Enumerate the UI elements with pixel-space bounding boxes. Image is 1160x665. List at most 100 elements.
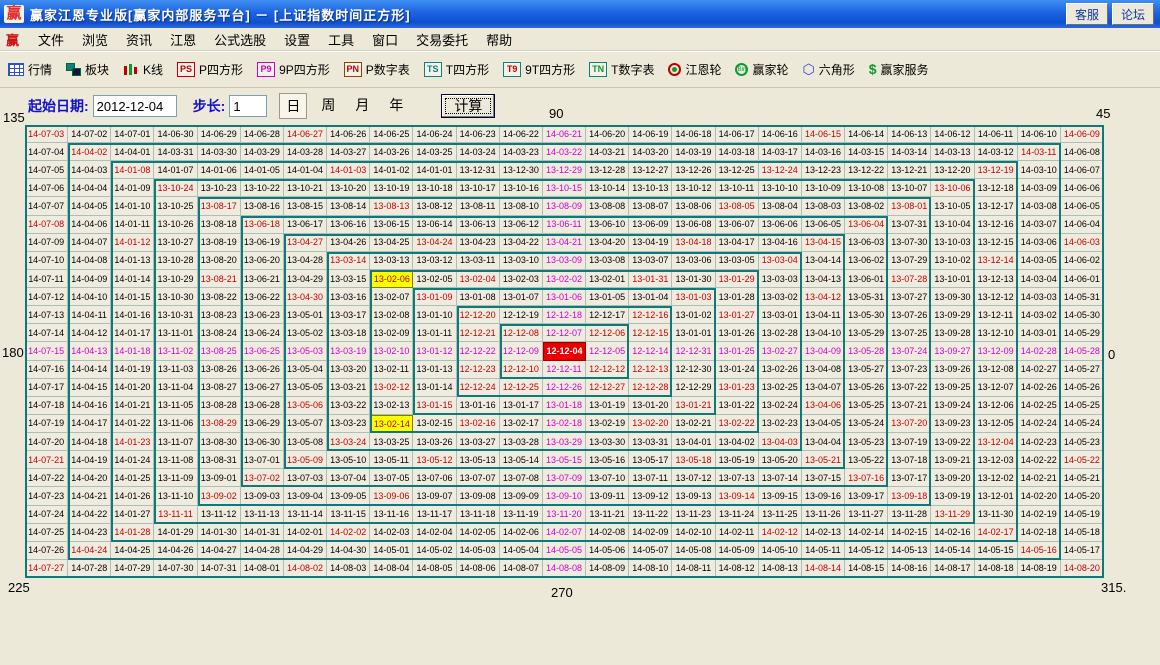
- date-cell[interactable]: 13-06-15: [370, 216, 413, 234]
- date-cell[interactable]: 13-08-15: [284, 197, 327, 215]
- date-cell[interactable]: 13-06-01: [845, 270, 888, 288]
- date-cell[interactable]: 13-10-03: [931, 234, 974, 252]
- date-cell[interactable]: 14-03-10: [1018, 161, 1061, 179]
- date-cell[interactable]: 13-09-16: [802, 487, 845, 505]
- date-cell[interactable]: 13-04-17: [716, 234, 759, 252]
- date-cell[interactable]: 14-07-28: [68, 560, 111, 578]
- date-cell[interactable]: 13-04-26: [327, 234, 370, 252]
- date-cell[interactable]: 14-02-19: [1018, 506, 1061, 524]
- date-cell[interactable]: 14-01-21: [111, 397, 154, 415]
- date-cell[interactable]: 13-08-06: [672, 197, 715, 215]
- date-cell[interactable]: 13-03-03: [759, 270, 802, 288]
- date-cell[interactable]: 14-07-17: [25, 379, 68, 397]
- date-cell[interactable]: 13-10-08: [845, 179, 888, 197]
- date-cell[interactable]: 14-05-09: [716, 542, 759, 560]
- date-cell[interactable]: 14-08-19: [1018, 560, 1061, 578]
- date-cell[interactable]: 13-07-14: [759, 469, 802, 487]
- date-cell[interactable]: 13-03-22: [327, 397, 370, 415]
- date-cell[interactable]: 13-07-22: [888, 379, 931, 397]
- date-cell[interactable]: 14-04-08: [68, 252, 111, 270]
- date-cell[interactable]: 13-01-20: [629, 397, 672, 415]
- date-cell[interactable]: 14-01-09: [111, 179, 154, 197]
- tool-P数字表[interactable]: PNP数字表: [344, 61, 410, 78]
- date-cell[interactable]: 14-01-15: [111, 288, 154, 306]
- date-cell[interactable]: 13-12-24: [759, 161, 802, 179]
- date-cell[interactable]: 12-12-14: [629, 342, 672, 360]
- date-cell[interactable]: 14-01-08: [111, 161, 154, 179]
- date-cell[interactable]: 13-03-07: [629, 252, 672, 270]
- date-cell[interactable]: 13-01-26: [716, 324, 759, 342]
- date-cell[interactable]: 13-06-18: [241, 216, 284, 234]
- date-cell[interactable]: 14-07-22: [25, 469, 68, 487]
- date-cell[interactable]: 13-02-17: [500, 415, 543, 433]
- date-cell[interactable]: 13-12-25: [716, 161, 759, 179]
- date-cell[interactable]: 13-03-29: [543, 433, 586, 451]
- tool-赢家服务[interactable]: $赢家服务: [869, 61, 929, 78]
- date-cell[interactable]: 14-03-30: [198, 143, 241, 161]
- date-cell[interactable]: 14-01-26: [111, 487, 154, 505]
- date-cell[interactable]: 13-07-13: [716, 469, 759, 487]
- date-cell[interactable]: 13-12-31: [457, 161, 500, 179]
- date-cell[interactable]: 14-03-02: [1018, 306, 1061, 324]
- date-cell[interactable]: 13-05-23: [845, 433, 888, 451]
- date-cell[interactable]: 14-05-31: [1061, 288, 1104, 306]
- date-cell[interactable]: 13-12-30: [500, 161, 543, 179]
- date-cell[interactable]: 14-02-15: [888, 524, 931, 542]
- date-cell[interactable]: 14-03-22: [543, 143, 586, 161]
- date-cell[interactable]: 14-03-05: [1018, 252, 1061, 270]
- date-cell[interactable]: 13-12-28: [586, 161, 629, 179]
- date-cell[interactable]: 13-01-11: [413, 324, 456, 342]
- date-cell[interactable]: 13-06-16: [327, 216, 370, 234]
- date-cell[interactable]: 14-07-25: [25, 524, 68, 542]
- date-cell[interactable]: 14-06-21: [543, 125, 586, 143]
- date-cell[interactable]: 13-10-18: [413, 179, 456, 197]
- date-cell[interactable]: 14-08-10: [629, 560, 672, 578]
- date-cell[interactable]: 12-12-31: [672, 342, 715, 360]
- date-cell[interactable]: 14-08-14: [802, 560, 845, 578]
- date-cell[interactable]: 12-12-18: [543, 306, 586, 324]
- date-cell[interactable]: 14-03-23: [500, 143, 543, 161]
- date-cell[interactable]: 13-02-20: [629, 415, 672, 433]
- date-cell[interactable]: 13-06-28: [241, 397, 284, 415]
- date-cell[interactable]: 13-09-30: [931, 288, 974, 306]
- date-cell[interactable]: 13-02-22: [716, 415, 759, 433]
- date-cell[interactable]: 14-06-07: [1061, 161, 1104, 179]
- date-cell[interactable]: 13-06-22: [241, 288, 284, 306]
- date-cell[interactable]: 13-04-04: [802, 433, 845, 451]
- date-cell[interactable]: 14-01-10: [111, 197, 154, 215]
- date-cell[interactable]: 13-12-08: [975, 361, 1018, 379]
- date-cell[interactable]: 14-07-08: [25, 216, 68, 234]
- date-cell[interactable]: 13-09-04: [284, 487, 327, 505]
- date-cell[interactable]: 13-06-17: [284, 216, 327, 234]
- date-cell[interactable]: 13-10-27: [154, 234, 197, 252]
- date-cell[interactable]: 14-03-07: [1018, 216, 1061, 234]
- date-cell[interactable]: 14-08-13: [759, 560, 802, 578]
- date-cell[interactable]: 13-01-07: [500, 288, 543, 306]
- step-input[interactable]: 1: [229, 95, 267, 117]
- date-cell[interactable]: 13-01-04: [629, 288, 672, 306]
- date-cell[interactable]: 13-06-07: [716, 216, 759, 234]
- date-cell[interactable]: 13-01-03: [672, 288, 715, 306]
- date-cell[interactable]: 14-07-27: [25, 560, 68, 578]
- date-cell[interactable]: 13-06-20: [241, 252, 284, 270]
- date-cell[interactable]: 14-08-17: [931, 560, 974, 578]
- date-cell[interactable]: 14-04-10: [68, 288, 111, 306]
- date-cell[interactable]: 14-01-18: [111, 342, 154, 360]
- date-cell[interactable]: 13-01-22: [716, 397, 759, 415]
- date-cell[interactable]: 13-09-06: [370, 487, 413, 505]
- date-cell[interactable]: 14-01-20: [111, 379, 154, 397]
- date-cell[interactable]: 14-06-06: [1061, 179, 1104, 197]
- menu-item-公式选股[interactable]: 公式选股: [205, 30, 275, 49]
- date-cell[interactable]: 13-06-21: [241, 270, 284, 288]
- date-cell[interactable]: 13-04-22: [500, 234, 543, 252]
- date-cell[interactable]: 13-01-02: [672, 306, 715, 324]
- date-cell[interactable]: 13-03-04: [759, 252, 802, 270]
- date-cell[interactable]: 14-06-29: [198, 125, 241, 143]
- date-cell[interactable]: 14-02-16: [931, 524, 974, 542]
- date-cell[interactable]: 13-09-19: [931, 487, 974, 505]
- date-cell[interactable]: 13-07-20: [888, 415, 931, 433]
- date-cell[interactable]: 14-04-06: [68, 216, 111, 234]
- tool-T数字表[interactable]: TNT数字表: [589, 61, 654, 78]
- date-cell[interactable]: 13-02-04: [457, 270, 500, 288]
- date-cell[interactable]: 14-02-09: [629, 524, 672, 542]
